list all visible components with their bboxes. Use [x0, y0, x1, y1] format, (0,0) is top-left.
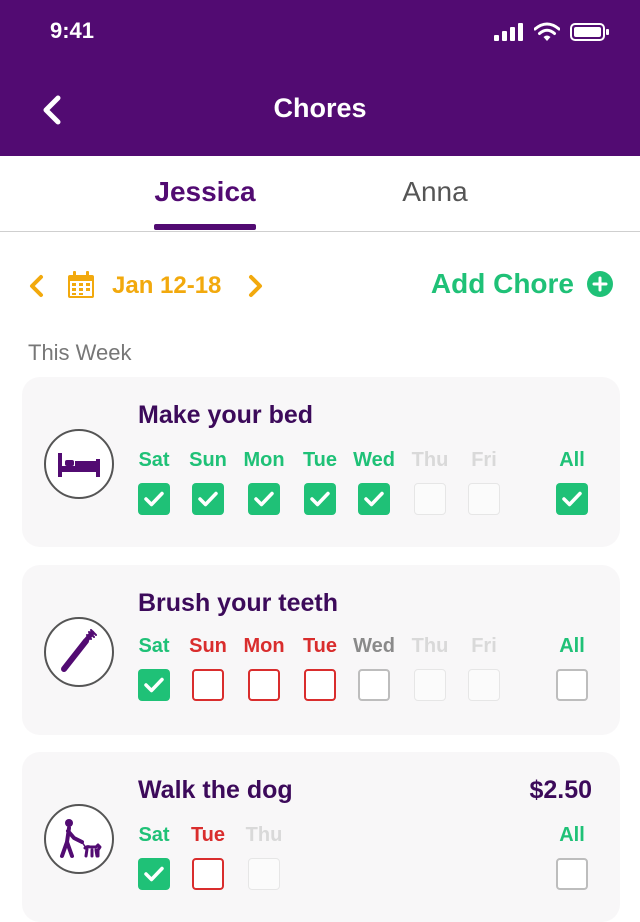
bed-icon	[58, 453, 100, 477]
day-label-sat: Sat	[138, 635, 170, 657]
day-label-thu: Thu	[411, 449, 449, 471]
day-checkbox-all[interactable]	[556, 483, 588, 515]
date-range: Jan 12-18	[112, 272, 222, 299]
day-label-fri: Fri	[471, 635, 497, 657]
chore-title: Walk the dog	[138, 776, 293, 804]
day-checkbox-mon[interactable]	[248, 669, 280, 701]
status-time: 9:41	[50, 18, 95, 43]
day-label-tue: Tue	[190, 824, 226, 846]
calendar-icon	[68, 271, 94, 298]
day-checkbox-sat[interactable]	[138, 669, 170, 701]
checkmark-icon	[144, 491, 164, 507]
plus-circle-icon	[587, 271, 613, 297]
day-checkbox-sun[interactable]	[192, 669, 224, 701]
checkmark-icon	[144, 866, 164, 882]
day-label-wed: Wed	[353, 635, 395, 657]
checkmark-icon	[364, 491, 384, 507]
prev-week-button[interactable]	[26, 272, 48, 300]
week-selector: Jan 12-18 Add Chore	[0, 262, 640, 310]
active-tab-indicator	[154, 224, 256, 230]
signal-icon	[494, 23, 523, 41]
chore-icon-wrap	[44, 617, 114, 687]
chevron-left-icon	[30, 275, 43, 297]
day-checkbox-wed[interactable]	[358, 669, 390, 701]
checkmark-icon	[198, 491, 218, 507]
tab-jessica[interactable]: Jessica	[154, 176, 256, 208]
day-checkbox-tue[interactable]	[304, 669, 336, 701]
checkmark-icon	[254, 491, 274, 507]
day-label-mon: Mon	[243, 449, 285, 471]
day-checkbox-tue[interactable]	[192, 858, 224, 890]
day-checkbox-sat[interactable]	[138, 858, 170, 890]
day-label-sat: Sat	[138, 824, 170, 846]
chore-icon-wrap	[44, 429, 114, 499]
day-label-tue: Tue	[302, 635, 338, 657]
chore-card: Make your bed Sat Sun Mon Tue Wed Thu Fri All	[22, 377, 620, 547]
day-label-tue: Tue	[302, 449, 338, 471]
day-label-sun: Sun	[189, 449, 227, 471]
checkmark-icon	[562, 491, 582, 507]
chore-title: Make your bed	[138, 401, 314, 429]
day-checkbox-mon[interactable]	[248, 483, 280, 515]
day-checkbox-wed[interactable]	[358, 483, 390, 515]
add-chore-label: Add Chore	[430, 268, 574, 299]
app-header: 9:41 Chores	[0, 0, 640, 156]
day-label-wed: Wed	[353, 449, 395, 471]
chevron-right-icon	[249, 275, 262, 297]
day-label-sat: Sat	[138, 449, 170, 471]
day-label-all: All	[559, 635, 585, 657]
page-title: Chores	[273, 93, 367, 123]
battery-icon	[570, 23, 609, 41]
day-checkbox-thu	[248, 858, 280, 890]
day-checkbox-fri	[468, 669, 500, 701]
add-chore-button[interactable]: Add Chore	[431, 268, 614, 300]
chore-card: Walk the dog $2.50 Sat Tue Thu All	[22, 752, 620, 922]
status-icons	[494, 22, 610, 42]
dog-walk-icon	[60, 819, 102, 858]
day-label-fri: Fri	[471, 449, 497, 471]
day-checkbox-tue[interactable]	[304, 483, 336, 515]
day-label-mon: Mon	[243, 635, 285, 657]
day-checkbox-sun[interactable]	[192, 483, 224, 515]
day-checkbox-sat[interactable]	[138, 483, 170, 515]
chore-reward: $2.50	[529, 776, 592, 804]
section-label: This Week	[28, 340, 132, 365]
day-checkbox-thu	[414, 669, 446, 701]
wifi-icon	[534, 22, 560, 41]
day-label-all: All	[559, 824, 585, 846]
day-label-thu: Thu	[245, 824, 283, 846]
day-checkbox-all[interactable]	[556, 669, 588, 701]
chore-card: Brush your teeth Sat Sun Mon Tue Wed Thu Fri Al…	[22, 565, 620, 735]
day-checkbox-all[interactable]	[556, 858, 588, 890]
chore-icon-wrap	[44, 804, 114, 874]
day-label-sun: Sun	[189, 635, 227, 657]
next-week-button[interactable]	[244, 272, 266, 300]
chore-title: Brush your teeth	[138, 589, 339, 617]
day-checkbox-fri	[468, 483, 500, 515]
day-label-thu: Thu	[411, 635, 449, 657]
person-tabs: Jessica Anna	[0, 156, 640, 232]
day-label-all: All	[559, 449, 585, 471]
tab-anna[interactable]: Anna	[385, 176, 485, 208]
toothbrush-icon	[61, 629, 97, 672]
checkmark-icon	[310, 491, 330, 507]
checkmark-icon	[144, 677, 164, 693]
day-checkbox-thu	[414, 483, 446, 515]
